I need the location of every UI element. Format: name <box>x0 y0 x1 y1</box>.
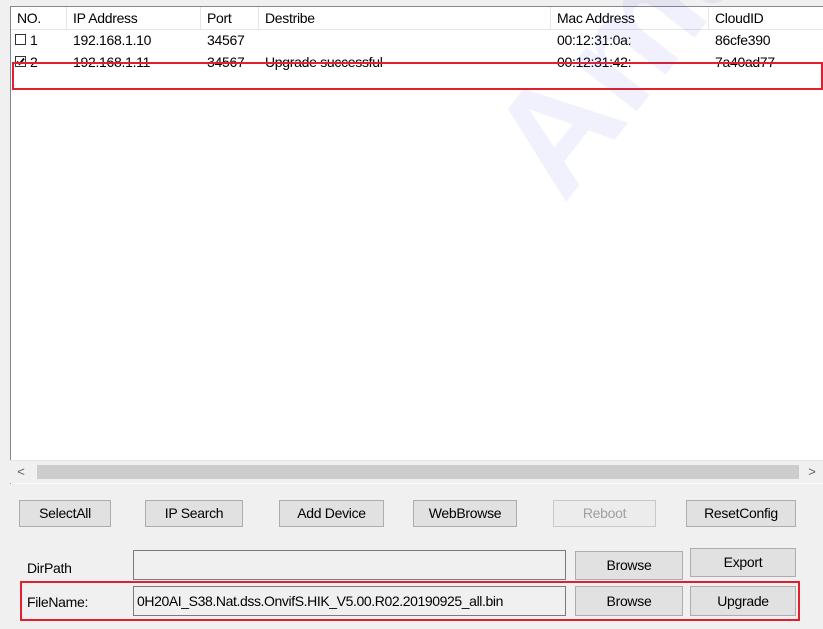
row-ip: 192.168.1.10 <box>73 32 152 48</box>
device-list[interactable]: NO. IP Address Port Destribe Mac Address… <box>10 6 823 484</box>
scroll-right-icon[interactable]: > <box>801 461 823 483</box>
col-header-cloudid[interactable]: CloudID <box>709 7 823 29</box>
checkmark-icon <box>16 57 25 66</box>
reboot-button[interactable]: Reboot <box>553 500 656 527</box>
table-row[interactable]: 2 192.168.1.11 34567 Upgrade successful … <box>11 51 823 73</box>
list-header: NO. IP Address Port Destribe Mac Address… <box>11 7 823 30</box>
browse-dir-button[interactable]: Browse <box>575 551 683 580</box>
row-cloudid: 86cfe390 <box>715 32 771 48</box>
row-checkbox-checked[interactable] <box>15 56 26 67</box>
filename-label: FileName: <box>27 594 89 610</box>
ip-search-button[interactable]: IP Search <box>145 500 243 527</box>
scroll-left-icon[interactable]: < <box>10 461 32 483</box>
filename-field[interactable]: 0H20AI_S38.Nat.dss.OnvifS.HIK_V5.00.R02.… <box>133 586 566 616</box>
dirpath-label: DirPath <box>27 560 72 576</box>
select-all-button[interactable]: SelectAll <box>19 500 111 527</box>
dirpath-field[interactable] <box>133 550 566 580</box>
row-port: 34567 <box>207 54 245 70</box>
col-header-mac[interactable]: Mac Address <box>551 7 709 29</box>
upgrade-button[interactable]: Upgrade <box>690 586 796 616</box>
row-no: 2 <box>30 54 38 70</box>
reset-config-button[interactable]: ResetConfig <box>686 500 796 527</box>
col-header-port[interactable]: Port <box>201 7 259 29</box>
row-checkbox[interactable] <box>15 34 26 45</box>
horizontal-scrollbar[interactable]: < > <box>10 460 823 483</box>
row-describe: Upgrade successful <box>265 54 383 70</box>
row-ip: 192.168.1.11 <box>73 54 151 70</box>
row-port: 34567 <box>207 32 245 48</box>
web-browse-button[interactable]: WebBrowse <box>413 500 517 527</box>
export-button[interactable]: Export <box>690 548 796 577</box>
row-mac: 00:12:31:0a: <box>557 32 632 48</box>
row-cloudid: 7a40ad77 <box>715 54 775 70</box>
browse-file-button[interactable]: Browse <box>575 586 683 616</box>
col-header-no[interactable]: NO. <box>11 7 67 29</box>
col-header-ip[interactable]: IP Address <box>67 7 201 29</box>
row-describe <box>259 29 551 51</box>
scrollbar-thumb[interactable] <box>37 465 799 479</box>
table-row[interactable]: 1 192.168.1.10 34567 00:12:31:0a: 86cfe3… <box>11 29 823 51</box>
col-header-describe[interactable]: Destribe <box>259 7 551 29</box>
row-no: 1 <box>30 32 38 48</box>
add-device-button[interactable]: Add Device <box>279 500 384 527</box>
row-mac: 00:12:31:42: <box>557 54 632 70</box>
